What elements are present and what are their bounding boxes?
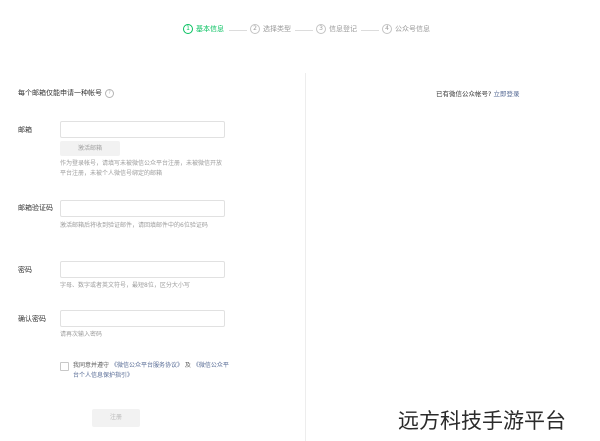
- step-account-info: 4 公众号信息: [382, 24, 430, 34]
- step-label: 公众号信息: [395, 25, 430, 33]
- agreement-text: 我同意并遵守 《微信公众平台服务协议》 及 《微信公众平台个人信息保护指引》: [73, 361, 233, 381]
- register-button[interactable]: 注册: [92, 409, 140, 427]
- help-icon[interactable]: ?: [105, 88, 114, 98]
- confirm-password-hint: 请再次输入密码: [60, 331, 103, 338]
- step-connector: [295, 30, 313, 31]
- form-header: 每个邮箱仅能申请一种帐号 ?: [18, 88, 114, 98]
- step-label: 选择类型: [263, 25, 291, 33]
- email-code-hint: 激活邮箱后将收到验证邮件，请回填邮件中的6位验证码: [60, 222, 208, 229]
- step-number: 4: [382, 24, 392, 34]
- email-code-field[interactable]: [60, 200, 225, 217]
- step-select-type: 2 选择类型: [250, 24, 291, 34]
- existing-account-text: 已有微信公众帐号?: [436, 90, 492, 98]
- confirm-password-field[interactable]: [60, 310, 225, 327]
- confirm-password-label: 确认密码: [18, 315, 46, 323]
- step-connector: [361, 30, 379, 31]
- step-label: 基本信息: [196, 25, 224, 33]
- step-connector: [229, 30, 247, 31]
- email-code-label: 邮箱验证码: [18, 204, 53, 212]
- step-indicator: 1 基本信息 2 选择类型 3 信息登记 4 公众号信息: [0, 24, 600, 38]
- column-divider: [305, 73, 306, 441]
- password-label: 密码: [18, 266, 32, 274]
- step-number: 3: [316, 24, 326, 34]
- password-field[interactable]: [60, 261, 225, 278]
- email-label: 邮箱: [18, 126, 32, 134]
- form-header-text: 每个邮箱仅能申请一种帐号: [18, 89, 102, 97]
- service-agreement-link[interactable]: 《微信公众平台服务协议》: [111, 362, 183, 369]
- step-basic-info: 1 基本信息: [183, 24, 224, 34]
- password-hint: 字母、数字或者英文符号，最短8位，区分大小写: [60, 282, 190, 289]
- step-info-register: 3 信息登记: [316, 24, 357, 34]
- email-field[interactable]: [60, 121, 225, 138]
- agreement-prefix: 我同意并遵守: [73, 362, 110, 369]
- existing-account-prompt: 已有微信公众帐号? 立即登录: [436, 88, 520, 98]
- agreement-row: 我同意并遵守 《微信公众平台服务协议》 及 《微信公众平台个人信息保护指引》: [60, 361, 233, 381]
- activate-email-button[interactable]: 激活邮箱: [60, 141, 120, 156]
- agreement-checkbox[interactable]: [60, 362, 69, 371]
- agreement-and: 及: [184, 362, 191, 369]
- email-hint: 作为登录帐号，请填写未被微信公众平台注册，未被微信开放平台注册，未被个人微信号绑…: [60, 160, 223, 177]
- step-number: 1: [183, 24, 193, 34]
- step-number: 2: [250, 24, 260, 34]
- login-link[interactable]: 立即登录: [494, 90, 520, 98]
- step-label: 信息登记: [329, 25, 357, 33]
- watermark: 远方科技手游平台: [398, 409, 566, 433]
